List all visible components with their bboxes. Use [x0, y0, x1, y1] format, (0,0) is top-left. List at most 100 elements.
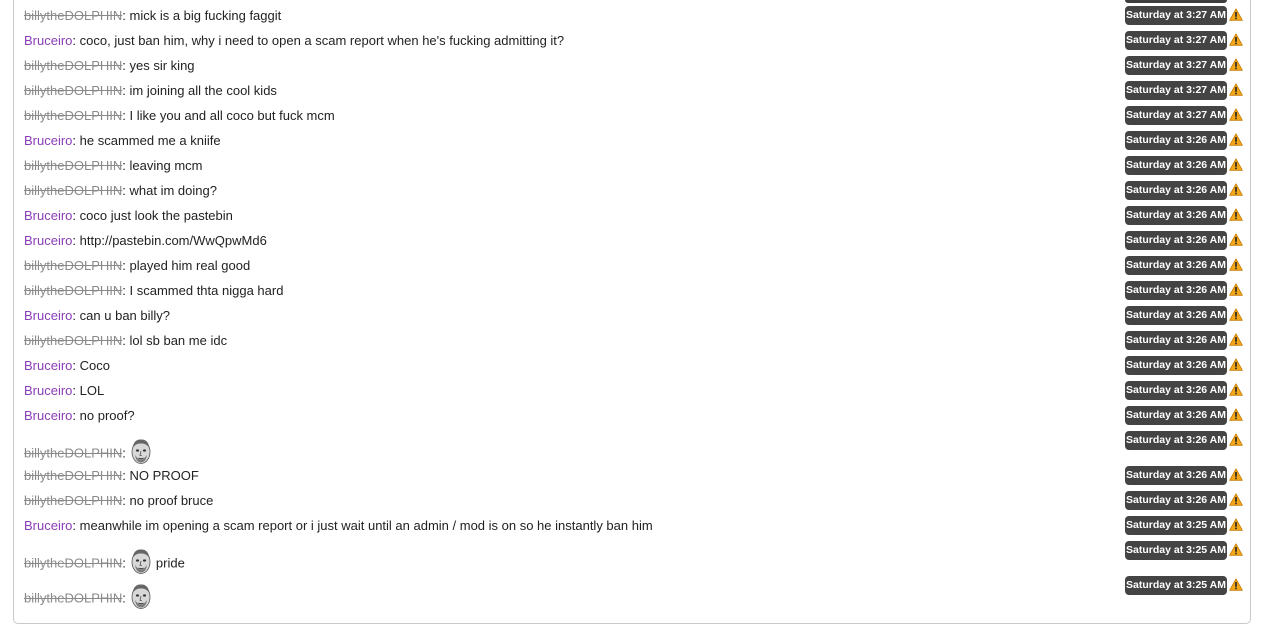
timestamp-badge[interactable]: Saturday at 3:27 AM	[1125, 56, 1227, 75]
message-text: he scammed me a kniife	[79, 133, 221, 148]
warning-icon[interactable]	[1229, 158, 1243, 171]
chat-message: billytheDOLPHIN: im joining all the cool…	[24, 81, 277, 101]
username-link[interactable]: billytheDOLPHIN	[24, 555, 122, 570]
face-emote-icon	[130, 437, 152, 465]
message-text: pride	[155, 555, 185, 571]
timestamp-badge[interactable]: Saturday at 3:26 AM	[1125, 491, 1227, 510]
username-link[interactable]: billytheDOLPHIN	[24, 58, 122, 73]
username-separator: :	[122, 590, 126, 606]
chat-message: billytheDOLPHIN:	[24, 585, 156, 605]
chat-message: Bruceiro: no proof?	[24, 406, 135, 426]
username-link[interactable]: billytheDOLPHIN	[24, 258, 122, 273]
warning-icon[interactable]	[1229, 108, 1243, 121]
warning-icon[interactable]	[1229, 183, 1243, 196]
warning-icon[interactable]	[1229, 408, 1243, 421]
chat-message: Bruceiro: Coco	[24, 356, 110, 376]
timestamp-badge[interactable]: Saturday at 3:26 AM	[1125, 406, 1227, 425]
timestamp-badge[interactable]: Saturday at 3:26 AM	[1125, 181, 1227, 200]
chat-message: billytheDOLPHIN: I like you and all coco…	[24, 106, 335, 126]
warning-icon[interactable]	[1229, 493, 1243, 506]
message-text: LOL	[79, 383, 105, 398]
message-text: coco just look the pastebin	[79, 208, 233, 223]
username-link[interactable]: billytheDOLPHIN	[24, 445, 122, 460]
timestamp-badge[interactable]: Saturday at 3:25 AM	[1125, 541, 1227, 560]
warning-icon[interactable]	[1229, 83, 1243, 96]
timestamp-badge[interactable]: Saturday at 3:26 AM	[1125, 256, 1227, 275]
warning-icon[interactable]	[1229, 518, 1243, 531]
timestamp-badge[interactable]: Saturday at 3:26 AM	[1125, 206, 1227, 225]
timestamp-badge[interactable]: Saturday at 3:26 AM	[1125, 156, 1227, 175]
message-text: coco, just ban him, why i need to open a…	[79, 33, 565, 48]
username-link[interactable]: Bruceiro	[24, 133, 72, 148]
warning-icon[interactable]	[1229, 133, 1243, 146]
username-link[interactable]: billytheDOLPHIN	[24, 493, 122, 508]
warning-icon[interactable]	[1229, 33, 1243, 46]
warning-icon[interactable]	[1229, 358, 1243, 371]
warning-icon[interactable]	[1229, 208, 1243, 221]
timestamp-badge[interactable]: Saturday at 3:27 AM	[1125, 6, 1227, 25]
timestamp-badge[interactable]: Saturday at 3:25 AM	[1125, 576, 1227, 595]
timestamp-badge[interactable]: Saturday at 3:27 AM	[1125, 106, 1227, 125]
timestamp-badge[interactable]: Saturday at 3:26 AM	[1125, 231, 1227, 250]
warning-icon[interactable]	[1229, 258, 1243, 271]
username-separator: :	[122, 183, 126, 198]
chat-message: Bruceiro: can u ban billy?	[24, 306, 170, 326]
username-separator: :	[122, 468, 126, 483]
timestamp-badge[interactable]: Saturday at 3:26 AM	[1125, 331, 1227, 350]
username-link[interactable]: billytheDOLPHIN	[24, 283, 122, 298]
message-text: NO PROOF	[129, 468, 199, 483]
username-separator: :	[72, 33, 77, 48]
timestamp-badge[interactable]: Saturday at 3:27 AM	[1125, 81, 1227, 100]
username-separator: :	[122, 83, 126, 98]
username-link[interactable]: billytheDOLPHIN	[24, 590, 122, 605]
username-link[interactable]: billytheDOLPHIN	[24, 158, 122, 173]
timestamp-badge[interactable]: Saturday at 3:26 AM	[1125, 431, 1227, 450]
username-link[interactable]: Bruceiro	[24, 233, 72, 248]
timestamp-badge[interactable]: Saturday at 3:26 AM	[1125, 131, 1227, 150]
username-separator: :	[122, 493, 126, 508]
warning-icon[interactable]	[1229, 578, 1243, 591]
message-text: I scammed thta nigga hard	[129, 283, 284, 298]
username-link[interactable]: Bruceiro	[24, 358, 72, 373]
message-text: can u ban billy?	[79, 308, 171, 323]
username-link[interactable]: Bruceiro	[24, 308, 72, 323]
warning-icon[interactable]	[1229, 543, 1243, 556]
timestamp-badge[interactable]: Saturday at 3:26 AM	[1125, 306, 1227, 325]
warning-icon[interactable]	[1229, 233, 1243, 246]
username-link[interactable]: billytheDOLPHIN	[24, 108, 122, 123]
username-separator: :	[72, 133, 77, 148]
warning-icon[interactable]	[1229, 433, 1243, 446]
warning-icon[interactable]	[1229, 308, 1243, 321]
username-link[interactable]: billytheDOLPHIN	[24, 333, 122, 348]
partial-timestamp-badge	[1125, 0, 1227, 3]
username-link[interactable]: billytheDOLPHIN	[24, 8, 122, 23]
username-link[interactable]: Bruceiro	[24, 208, 72, 223]
username-link[interactable]: billytheDOLPHIN	[24, 183, 122, 198]
username-separator: :	[122, 333, 126, 348]
message-text: meanwhile im opening a scam report or i …	[79, 518, 653, 533]
username-link[interactable]: Bruceiro	[24, 33, 72, 48]
username-link[interactable]: Bruceiro	[24, 518, 72, 533]
username-separator: :	[122, 108, 126, 123]
username-link[interactable]: billytheDOLPHIN	[24, 83, 122, 98]
chat-message: Bruceiro: coco, just ban him, why i need…	[24, 31, 564, 51]
username-separator: :	[72, 308, 77, 323]
timestamp-badge[interactable]: Saturday at 3:26 AM	[1125, 466, 1227, 485]
warning-icon[interactable]	[1229, 333, 1243, 346]
warning-icon[interactable]	[1229, 283, 1243, 296]
username-link[interactable]: Bruceiro	[24, 408, 72, 423]
warning-icon[interactable]	[1229, 383, 1243, 396]
timestamp-badge[interactable]: Saturday at 3:25 AM	[1125, 516, 1227, 535]
username-link[interactable]: billytheDOLPHIN	[24, 468, 122, 483]
warning-icon[interactable]	[1229, 8, 1243, 21]
timestamp-badge[interactable]: Saturday at 3:26 AM	[1125, 281, 1227, 300]
timestamp-badge[interactable]: Saturday at 3:26 AM	[1125, 356, 1227, 375]
chat-message: billytheDOLPHIN: yes sir king	[24, 56, 195, 76]
warning-icon[interactable]	[1229, 468, 1243, 481]
username-separator: :	[122, 258, 126, 273]
username-separator: :	[122, 445, 126, 461]
timestamp-badge[interactable]: Saturday at 3:27 AM	[1125, 31, 1227, 50]
warning-icon[interactable]	[1229, 58, 1243, 71]
timestamp-badge[interactable]: Saturday at 3:26 AM	[1125, 381, 1227, 400]
username-link[interactable]: Bruceiro	[24, 383, 72, 398]
